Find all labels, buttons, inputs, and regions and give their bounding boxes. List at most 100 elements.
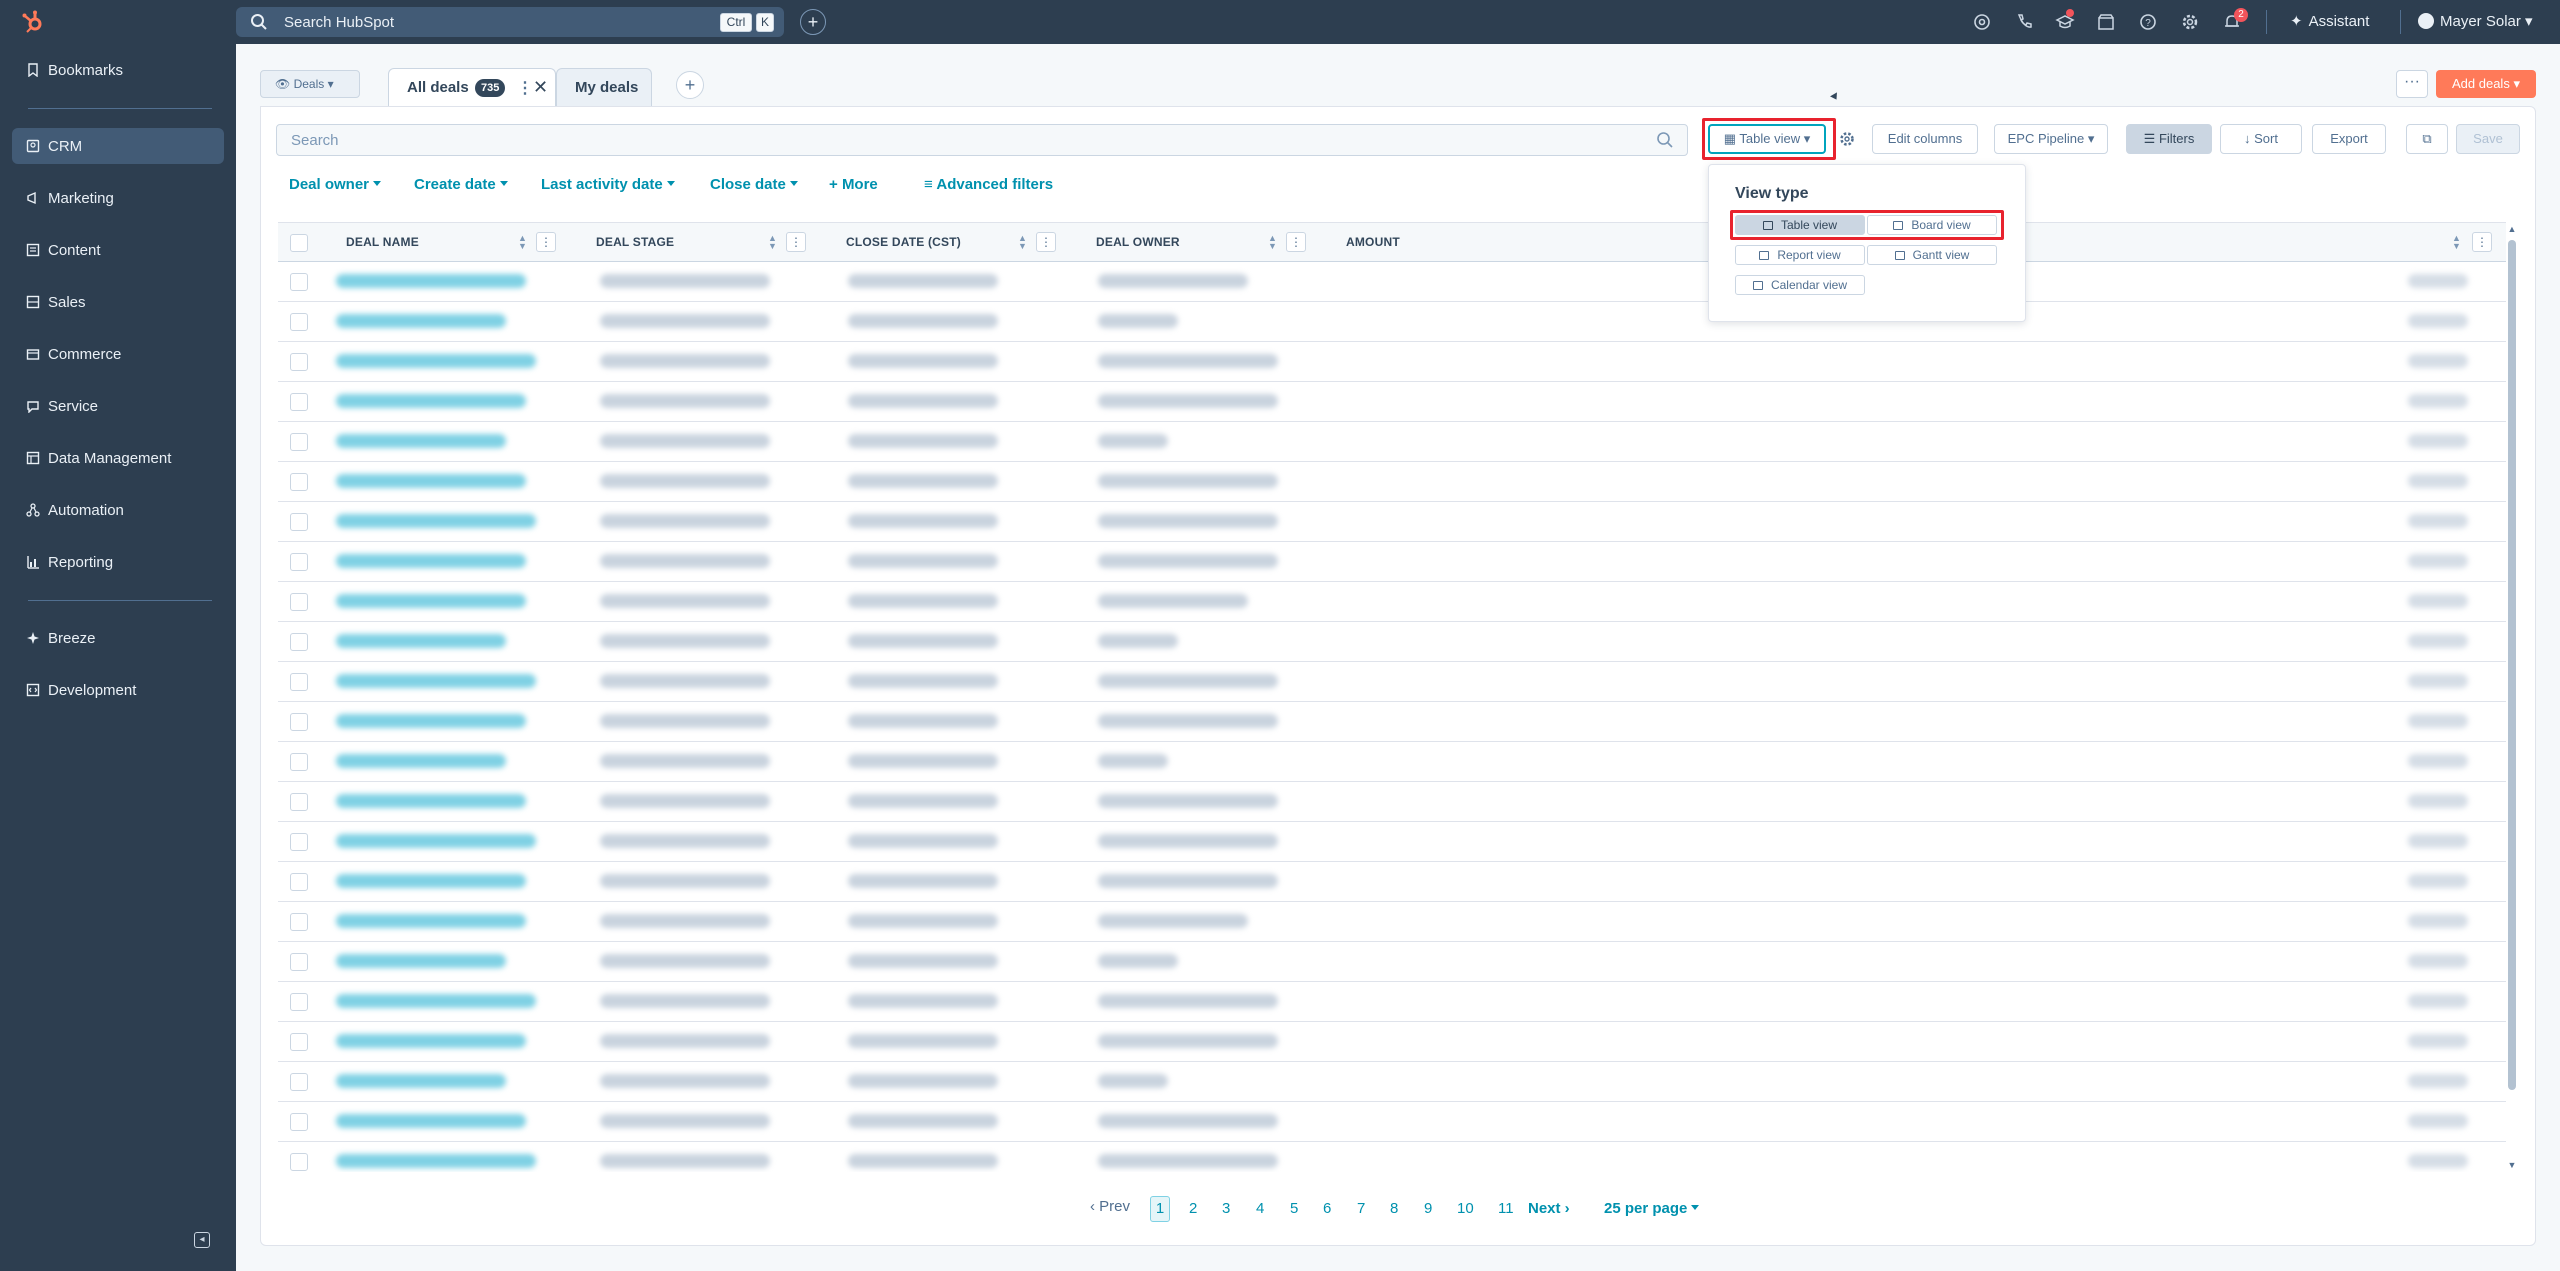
page-1-button[interactable]: 1 (1150, 1196, 1170, 1222)
redacted-cell[interactable] (336, 754, 506, 768)
row-checkbox[interactable] (290, 1153, 308, 1171)
row-checkbox[interactable] (290, 953, 308, 971)
table-row[interactable] (278, 1022, 2506, 1062)
table-row[interactable] (278, 1062, 2506, 1102)
pagination-prev[interactable]: ‹ Prev (1090, 1198, 1130, 1226)
sort-arrows-icon[interactable]: ▲ ▼ (2452, 234, 2462, 251)
settings-gear-icon[interactable] (2180, 12, 2200, 32)
create-new-button[interactable]: + (800, 9, 826, 35)
account-menu[interactable]: Mayer Solar ▾ (2418, 12, 2533, 30)
marketplace-icon[interactable] (2096, 12, 2116, 32)
row-checkbox[interactable] (290, 1073, 308, 1091)
redacted-cell[interactable] (336, 274, 526, 288)
page-11-button[interactable]: 11 (1498, 1200, 1514, 1217)
redacted-cell[interactable] (336, 314, 506, 328)
redacted-cell[interactable] (336, 1034, 526, 1048)
page-4-button[interactable]: 4 (1256, 1200, 1264, 1217)
object-type-select[interactable]: 👁 Deals ▾ (260, 70, 360, 98)
column-header-close-date[interactable]: CLOSE DATE (CST) (846, 235, 961, 249)
row-checkbox[interactable] (290, 433, 308, 451)
pipeline-select[interactable]: EPC Pipeline ▾ (1994, 124, 2108, 154)
sidebar-item-bookmarks[interactable]: Bookmarks (12, 52, 224, 88)
sort-arrows-icon[interactable]: ▲ ▼ (768, 234, 778, 251)
sort-button[interactable]: ↓ Sort (2220, 124, 2302, 154)
table-row[interactable] (278, 782, 2506, 822)
tab-all-deals[interactable]: All deals 735 ⋮ ✕ (388, 68, 556, 106)
question-icon[interactable]: ? (2138, 12, 2158, 32)
column-header-amount[interactable]: AMOUNT (1346, 235, 1400, 249)
select-all-checkbox[interactable] (290, 234, 308, 252)
row-checkbox[interactable] (290, 833, 308, 851)
table-row[interactable] (278, 622, 2506, 662)
save-view-button[interactable]: Save (2456, 124, 2520, 154)
redacted-cell[interactable] (336, 674, 536, 688)
row-checkbox[interactable] (290, 993, 308, 1011)
redacted-cell[interactable] (336, 1074, 506, 1088)
table-row[interactable] (278, 982, 2506, 1022)
row-checkbox[interactable] (290, 753, 308, 771)
row-checkbox[interactable] (290, 313, 308, 331)
table-row[interactable] (278, 342, 2506, 382)
page-10-button[interactable]: 10 (1457, 1200, 1474, 1217)
phone-icon[interactable] (2014, 12, 2034, 32)
column-header-deal-owner[interactable]: DEAL OWNER (1096, 235, 1180, 249)
table-row[interactable] (278, 902, 2506, 942)
table-row[interactable] (278, 502, 2506, 542)
row-checkbox[interactable] (290, 713, 308, 731)
duplicate-view-button[interactable]: ⧉ (2406, 124, 2448, 154)
redacted-cell[interactable] (336, 354, 536, 368)
global-search-bar[interactable]: Search HubSpot Ctrl K (236, 7, 784, 37)
page-3-button[interactable]: 3 (1222, 1200, 1230, 1217)
row-checkbox[interactable] (290, 353, 308, 371)
table-row[interactable] (278, 1142, 2506, 1172)
sidebar-item-sales[interactable]: Sales (12, 284, 224, 320)
table-row[interactable] (278, 302, 2506, 342)
tab-my-deals[interactable]: My deals (556, 68, 652, 106)
sort-arrows-icon[interactable]: ▲ ▼ (1018, 234, 1028, 251)
view-option-board[interactable]: Board view (1867, 215, 1997, 235)
column-menu-icon[interactable]: ⋮ (2472, 232, 2492, 252)
redacted-cell[interactable] (336, 794, 526, 808)
filter-create-date[interactable]: Create date (414, 176, 508, 193)
redacted-cell[interactable] (336, 714, 526, 728)
page-6-button[interactable]: 6 (1323, 1200, 1331, 1217)
filter-deal-owner[interactable]: Deal owner (289, 176, 382, 193)
redacted-cell[interactable] (336, 474, 526, 488)
sidebar-item-service[interactable]: Service (12, 388, 224, 424)
column-menu-icon[interactable]: ⋮ (1036, 232, 1056, 252)
column-menu-icon[interactable]: ⋮ (786, 232, 806, 252)
redacted-cell[interactable] (336, 434, 506, 448)
table-row[interactable] (278, 262, 2506, 302)
per-page-select[interactable]: 25 per page (1604, 1200, 1700, 1217)
table-row[interactable] (278, 542, 2506, 582)
sidebar-item-data-management[interactable]: Data Management (12, 440, 224, 476)
table-row[interactable] (278, 862, 2506, 902)
redacted-cell[interactable] (336, 954, 506, 968)
scroll-up-arrow-icon[interactable]: ▲ (2506, 224, 2518, 234)
sidebar-item-automation[interactable]: Automation (12, 492, 224, 528)
view-option-table[interactable]: Table view (1735, 215, 1865, 235)
row-checkbox[interactable] (290, 673, 308, 691)
sidebar-item-breeze[interactable]: Breeze (12, 620, 224, 656)
view-settings-gear-icon[interactable] (1838, 130, 1856, 148)
page-8-button[interactable]: 8 (1390, 1200, 1398, 1217)
filter-close-date[interactable]: Close date (710, 176, 798, 193)
view-type-button[interactable]: ▦ Table view ▾ (1708, 124, 1826, 154)
table-vertical-scrollbar[interactable]: ▲ ▼ (2506, 222, 2518, 1178)
edit-columns-button[interactable]: Edit columns (1872, 124, 1978, 154)
help-circle-icon[interactable] (1972, 12, 1992, 32)
redacted-cell[interactable] (336, 914, 526, 928)
table-row[interactable] (278, 462, 2506, 502)
table-row[interactable] (278, 942, 2506, 982)
table-row[interactable] (278, 582, 2506, 622)
table-row[interactable] (278, 822, 2506, 862)
row-checkbox[interactable] (290, 273, 308, 291)
redacted-cell[interactable] (336, 874, 526, 888)
filter-last-activity-date[interactable]: Last activity date (541, 176, 675, 193)
redacted-cell[interactable] (336, 834, 536, 848)
redacted-cell[interactable] (336, 1154, 536, 1168)
redacted-cell[interactable] (336, 594, 526, 608)
column-header-deal-stage[interactable]: DEAL STAGE (596, 235, 674, 249)
tab-options-icon[interactable]: ⋮ (517, 78, 533, 98)
view-option-report[interactable]: Report view (1735, 245, 1865, 265)
